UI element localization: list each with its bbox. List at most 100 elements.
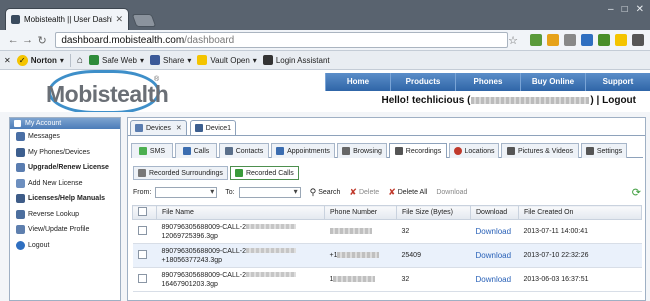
forward-icon[interactable]: → — [20, 34, 34, 46]
sidebar-item-label: Add New License — [28, 179, 83, 187]
maximize-icon[interactable]: □ — [622, 4, 628, 15]
column-header[interactable]: Download — [470, 205, 519, 220]
row-checkbox[interactable] — [137, 226, 147, 235]
menu-phones[interactable]: Phones — [455, 73, 520, 91]
minimize-icon[interactable]: – — [608, 4, 614, 15]
tab-recorded-calls[interactable]: Recorded Calls — [229, 166, 299, 180]
account-icon — [14, 120, 21, 127]
extension-icon[interactable] — [547, 34, 559, 46]
search-button[interactable]: ⚲ Search — [310, 187, 341, 198]
menu-buy-online[interactable]: Buy Online — [520, 73, 585, 91]
username: techlicious — [412, 95, 465, 106]
tab-devices[interactable]: Devices ✕ — [130, 120, 187, 135]
select-all-checkbox[interactable] — [138, 207, 147, 216]
tab-calls[interactable]: Calls — [175, 143, 217, 158]
row-checkbox[interactable] — [137, 250, 147, 259]
menu-icon[interactable] — [632, 34, 644, 46]
column-header[interactable]: File Size (Bytes) — [396, 205, 471, 220]
redacted-phone — [333, 276, 376, 283]
delete-all-button[interactable]: ✘ Delete All — [388, 187, 427, 198]
bookmark-star-icon[interactable]: ☆ — [508, 34, 518, 47]
norton-button[interactable]: ✓ Norton ▾ — [16, 54, 64, 66]
tab-pictures-videos[interactable]: Pictures & Videos — [501, 143, 579, 158]
close-icon[interactable]: ✕ — [115, 14, 123, 25]
table-row: 890796305688009-CALL-2 16467901203.3gp 1 … — [132, 267, 642, 292]
extension-icon[interactable] — [530, 34, 542, 46]
tab-appointments[interactable]: Appointments — [271, 143, 335, 158]
home-button[interactable]: ⌂ — [77, 55, 83, 66]
download-link[interactable]: Download — [476, 227, 512, 236]
to-date-select[interactable] — [238, 186, 301, 198]
header-logout-link[interactable]: Logout — [602, 95, 636, 106]
sidebar-item-add-license[interactable]: Add New License — [10, 176, 120, 192]
column-header[interactable]: Phone Number — [324, 205, 397, 220]
sidebar-item-profile[interactable]: View/Update Profile — [10, 222, 120, 238]
sidebar-item-label: Reverse Lookup — [28, 210, 79, 218]
device-panel: Devices ✕ Device1 SMS Calls Contacts App… — [127, 117, 646, 301]
safe-web-button[interactable]: Safe Web ▾ — [88, 55, 144, 65]
separator: | — [596, 95, 600, 106]
extension-icon[interactable] — [615, 34, 627, 46]
sidebar-item-label: View/Update Profile — [28, 226, 90, 234]
back-icon[interactable]: ← — [6, 34, 20, 46]
url-input[interactable]: dashboard.mobistealth.com/dashboard — [55, 32, 509, 48]
sidebar-item-reverse-lookup[interactable]: Reverse Lookup — [10, 207, 120, 223]
extension-icon[interactable] — [564, 34, 576, 46]
delete-button[interactable]: ✘ Delete — [349, 187, 379, 198]
tab-sms[interactable]: SMS — [131, 143, 173, 158]
tab-settings[interactable]: Settings — [581, 143, 627, 158]
tab-locations[interactable]: Locations — [449, 143, 499, 158]
download-button[interactable]: Download — [436, 189, 467, 196]
divider — [69, 53, 71, 67]
login-assistant-button[interactable]: Login Assistant — [262, 55, 330, 65]
vault-button[interactable]: Vault Open ▾ — [197, 55, 257, 65]
microphone-icon — [138, 169, 146, 177]
close-tab-icon[interactable]: ✕ — [176, 124, 182, 132]
menu-products[interactable]: Products — [390, 73, 455, 91]
tab-label: Device1 — [205, 124, 232, 132]
button-label: Search — [318, 188, 341, 196]
extension-icon[interactable] — [598, 34, 610, 46]
device-tabs: Devices ✕ Device1 — [130, 120, 237, 135]
sidebar-item-logout[interactable]: Logout — [10, 238, 120, 254]
refresh-icon[interactable]: ⟳ — [632, 186, 641, 199]
column-header[interactable]: File Name — [156, 205, 325, 220]
sidebar-item-upgrade[interactable]: Upgrade/Renew License — [10, 160, 120, 176]
phone-number: 1 — [324, 267, 397, 292]
file-name: 890796305688009-CALL-2 +18056377243.3gp — [162, 247, 325, 265]
menu-support[interactable]: Support — [585, 73, 650, 91]
column-header[interactable]: File Created On — [518, 205, 642, 220]
extension-icon[interactable] — [581, 34, 593, 46]
window-close-icon[interactable]: ✕ — [636, 4, 644, 15]
url-host: dashboard.mobistealth.com — [61, 34, 185, 46]
file-name-line1: 890796305688009-CALL-2 — [161, 223, 246, 231]
from-date-select[interactable] — [155, 186, 218, 198]
new-tab-button[interactable] — [131, 14, 157, 27]
tab-recorded-surroundings[interactable]: Recorded Surroundings — [133, 166, 228, 180]
sidebar-header-label: My Account — [25, 120, 62, 127]
sidebar-item-my-phones[interactable]: My Phones/Devices — [10, 145, 120, 161]
safe-web-label: Safe Web — [101, 55, 137, 65]
download-link[interactable]: Download — [476, 251, 512, 260]
share-button[interactable]: Share ▾ — [149, 55, 191, 65]
button-label: Delete — [358, 188, 380, 196]
upgrade-icon — [16, 163, 25, 173]
browser-tab[interactable]: Mobistealth || User Dashbo ✕ — [5, 8, 129, 30]
row-checkbox[interactable] — [137, 274, 147, 283]
sidebar-item-manuals[interactable]: Licenses/Help Manuals — [10, 191, 120, 207]
paren-close: ) — [590, 95, 594, 106]
download-link[interactable]: Download — [476, 275, 512, 284]
tab-label: Recorded Surroundings — [149, 169, 223, 177]
tab-recordings[interactable]: Recordings — [389, 143, 447, 158]
logo[interactable]: Mobistealth ® — [40, 68, 169, 114]
file-name-line2: 12069725396.3gp — [161, 232, 218, 240]
tab-contacts[interactable]: Contacts — [219, 143, 269, 158]
menu-home[interactable]: Home — [325, 73, 390, 91]
tab-device1[interactable]: Device1 — [189, 120, 237, 135]
file-size: 25409 — [396, 243, 471, 268]
close-toolbar-icon[interactable]: ✕ — [4, 56, 11, 65]
tab-browsing[interactable]: Browsing — [337, 143, 387, 158]
reload-icon[interactable]: ↻ — [35, 34, 49, 47]
to-label: To: — [225, 188, 235, 196]
sidebar-item-messages[interactable]: Messages — [10, 129, 120, 145]
